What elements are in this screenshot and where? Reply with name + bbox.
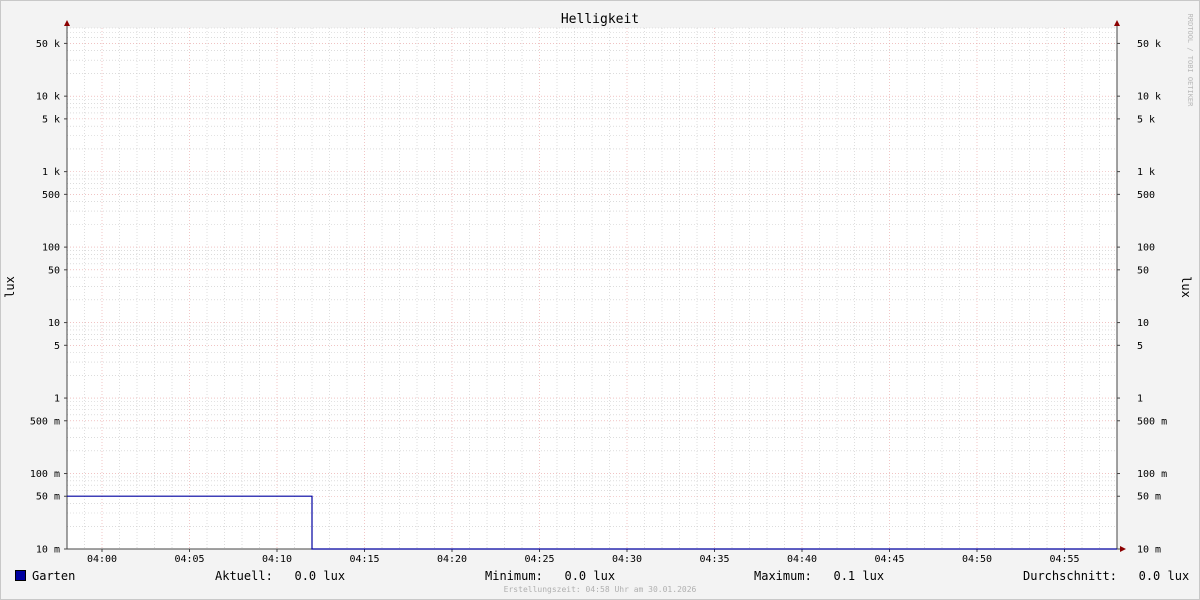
y-tick-label-right: 1 k [1137, 167, 1155, 178]
y-tick-label-left: 100 m [30, 469, 60, 480]
y-tick-label-left: 10 k [36, 92, 60, 103]
minimum-value: 0.0 lux [564, 569, 616, 583]
y-axis-arrow-left [64, 20, 70, 26]
y-tick-label-right: 1 [1137, 394, 1143, 405]
y-tick-label-left: 500 m [30, 416, 60, 427]
y-axis-left-ticks: 10 m 50 m 100 m 500 m 1 5 10 50 100 500 1 k 5 k 10 k… [30, 39, 67, 556]
current-label: Aktuell: [215, 569, 273, 583]
y-tick-label-left: 1 [54, 394, 60, 405]
x-axis-ticks: 04:00 04:05 04:10 04:15 04:20 04:25 04:30 04:35… [87, 549, 1080, 565]
footer-timestamp: Erstellungszeit: 04:58 Uhr am 30.01.2026 [504, 585, 697, 594]
y-tick-label-right: 5 k [1137, 114, 1155, 125]
y-tick-label-right: 100 [1137, 243, 1155, 254]
legend-average: Durchschnitt: 0.0 lux [1023, 568, 1189, 584]
y-axis-arrow-right [1114, 20, 1120, 26]
current-value: 0.0 lux [294, 569, 346, 583]
x-tick-label: 04:15 [349, 554, 379, 565]
y-tick-label-right: 500 [1137, 190, 1155, 201]
x-tick-label: 04:25 [524, 554, 554, 565]
y-tick-label-left: 5 [54, 341, 60, 352]
legend-current: Aktuell: 0.0 lux [215, 568, 345, 584]
x-tick-label: 04:45 [874, 554, 904, 565]
y-tick-label-left: 50 [48, 265, 60, 276]
y-tick-label-left: 5 k [42, 114, 60, 125]
y-tick-label-right: 50 k [1137, 39, 1161, 50]
x-tick-label: 04:35 [699, 554, 729, 565]
minimum-label: Minimum: [485, 569, 543, 583]
maximum-label: Maximum: [754, 569, 812, 583]
x-tick-label: 04:30 [612, 554, 642, 565]
x-tick-label: 04:05 [174, 554, 204, 565]
y-tick-label-left: 500 [42, 190, 60, 201]
x-tick-label: 04:20 [437, 554, 467, 565]
x-tick-label: 04:40 [787, 554, 817, 565]
y-tick-label-right: 10 k [1137, 92, 1161, 103]
x-tick-label: 04:55 [1049, 554, 1079, 565]
legend-series-name: Garten [32, 569, 76, 583]
x-axis-arrow [1120, 546, 1126, 552]
y-tick-label-right: 50 m [1137, 492, 1161, 503]
legend-maximum: Maximum: 0.1 lux [754, 568, 884, 584]
y-tick-label-right: 500 m [1137, 416, 1167, 427]
x-tick-label: 04:50 [962, 554, 992, 565]
average-value: 0.0 lux [1138, 569, 1190, 583]
y-tick-label-right: 100 m [1137, 469, 1167, 480]
y-tick-label-left: 50 m [36, 492, 60, 503]
y-axis-right-ticks: 10 m 50 m 100 m 500 m 1 5 10 50 100 500 1 k 5 k 10 k… [1117, 39, 1167, 556]
x-tick-label: 04:10 [262, 554, 292, 565]
y-tick-label-left: 1 k [42, 167, 60, 178]
chart: 10 m 50 m 100 m 500 m 1 5 10 50 100 500 1 k 5 k 10 k… [3, 12, 1194, 594]
y-tick-label-right: 50 [1137, 265, 1149, 276]
average-label: Durchschnitt: [1023, 569, 1117, 583]
maximum-value: 0.1 lux [833, 569, 885, 583]
y-axis-label-left: lux [3, 276, 17, 298]
y-tick-label-left: 50 k [36, 39, 60, 50]
legend-swatch [15, 570, 26, 581]
legend-minimum: Minimum: 0.0 lux [485, 568, 615, 584]
y-tick-label-left: 100 [42, 243, 60, 254]
legend-series: Garten [15, 568, 75, 584]
y-tick-label-left: 10 m [36, 545, 60, 556]
y-tick-label-right: 10 m [1137, 545, 1161, 556]
x-tick-label: 04:00 [87, 554, 117, 565]
y-tick-label-right: 10 [1137, 318, 1149, 329]
y-tick-label-left: 10 [48, 318, 60, 329]
y-tick-label-right: 5 [1137, 341, 1143, 352]
chart-title: Helligkeit [561, 12, 639, 27]
y-axis-label-right: lux [1179, 276, 1193, 298]
watermark: RRDTOOL / TOBI OETIKER [1186, 14, 1194, 108]
